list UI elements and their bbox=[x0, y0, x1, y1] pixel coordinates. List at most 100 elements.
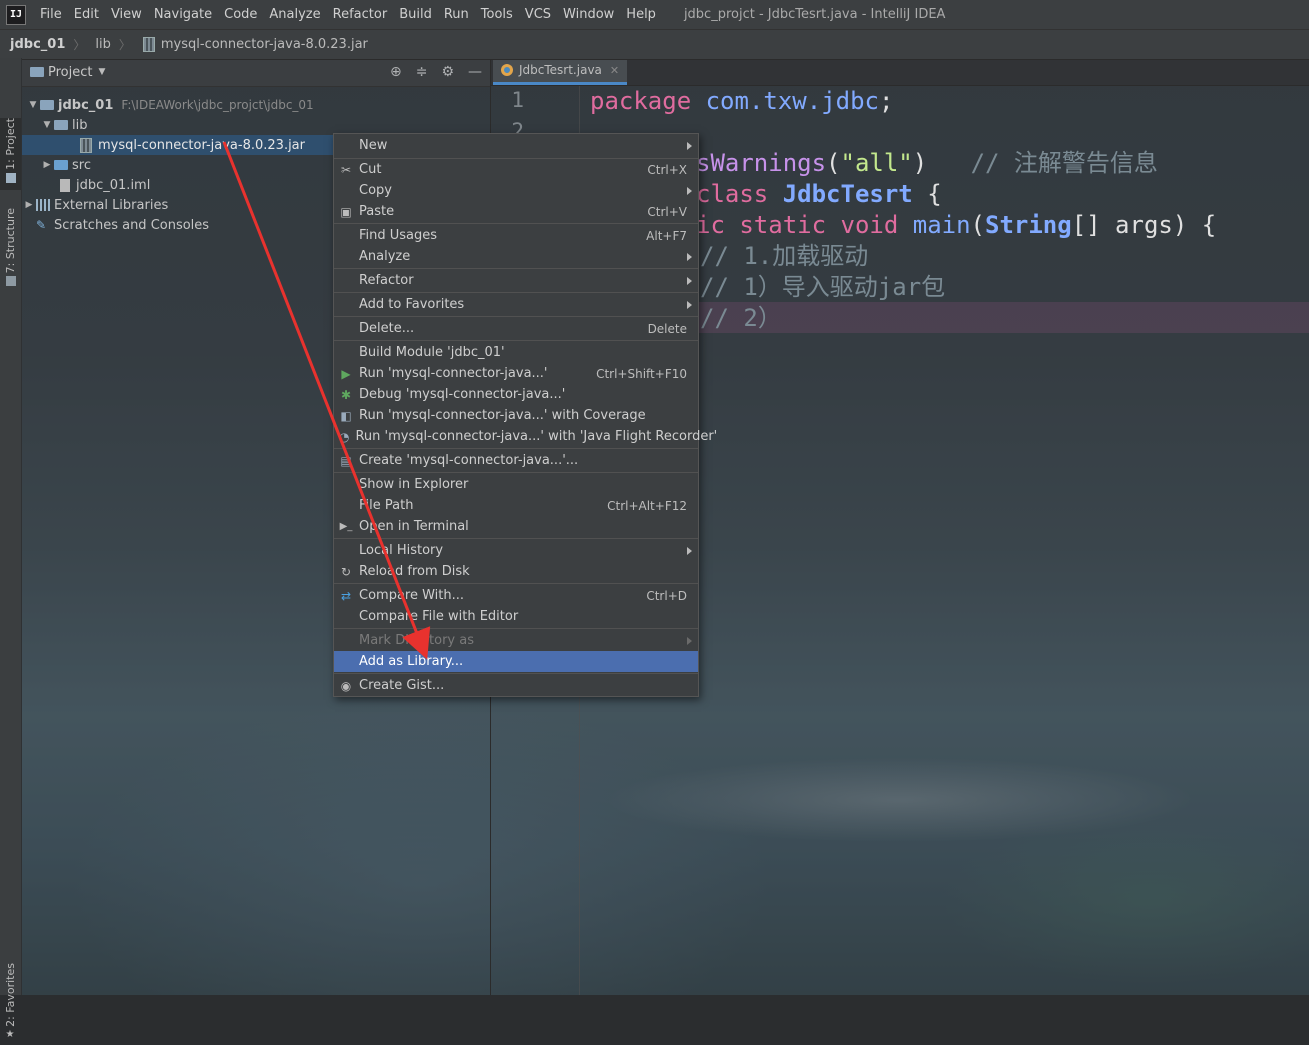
flight-recorder-icon: ◔ bbox=[339, 429, 350, 444]
gear-icon[interactable]: ⚙ bbox=[441, 64, 454, 80]
menu-item-add-as-library[interactable]: Add as Library... bbox=[334, 651, 698, 672]
menu-item-label: Run 'mysql-connector-java...' with Cover… bbox=[359, 408, 646, 423]
code-line-4: class JdbcTesrt { bbox=[696, 179, 942, 210]
github-icon: ◉ bbox=[340, 678, 352, 693]
menu-item-run-flight-recorder[interactable]: ◔ Run 'mysql-connector-java...' with 'Jav… bbox=[334, 426, 717, 447]
menu-item-label: Open in Terminal bbox=[359, 519, 469, 534]
submenu-arrow-icon bbox=[687, 186, 692, 195]
breadcrumb-project[interactable]: jdbc_01 bbox=[0, 37, 67, 52]
menu-item-reload-from-disk[interactable]: ↻ Reload from Disk bbox=[334, 561, 698, 582]
menu-window[interactable]: Window bbox=[557, 0, 620, 29]
submenu-arrow-icon bbox=[687, 300, 692, 309]
type-name: String bbox=[985, 211, 1072, 239]
menu-item-label: Add to Favorites bbox=[359, 297, 465, 312]
menu-item-open-in-terminal[interactable]: ▶_ Open in Terminal bbox=[334, 516, 698, 537]
source-folder-icon bbox=[54, 160, 68, 170]
close-icon[interactable]: ✕ bbox=[610, 64, 619, 77]
collapsed-arrow-icon: ▶ bbox=[25, 200, 33, 210]
menu-item-cut[interactable]: ✂ Cut Ctrl+X bbox=[334, 159, 698, 180]
breadcrumb-file[interactable]: mysql-connector-java-8.0.23.jar bbox=[131, 37, 370, 52]
tree-scratches-label: Scratches and Consoles bbox=[54, 217, 210, 233]
brace: { bbox=[912, 180, 942, 208]
breadcrumb-file-label: mysql-connector-java-8.0.23.jar bbox=[160, 37, 368, 52]
menu-edit[interactable]: Edit bbox=[68, 0, 105, 29]
menu-navigate[interactable]: Navigate bbox=[148, 0, 218, 29]
tree-item-external-libraries[interactable]: ▶ External Libraries bbox=[22, 195, 169, 215]
menu-item-show-in-explorer[interactable]: Show in Explorer bbox=[334, 474, 698, 495]
menu-item-new[interactable]: New bbox=[334, 135, 698, 156]
menu-item-copy[interactable]: Copy bbox=[334, 180, 698, 201]
menu-separator bbox=[334, 223, 698, 224]
menu-item-label: Paste bbox=[359, 204, 395, 219]
menu-run[interactable]: Run bbox=[438, 0, 475, 29]
window-title: jdbc_projct - JdbcTesrt.java - IntelliJ … bbox=[683, 7, 946, 22]
editor-tab-jdbctesrt[interactable]: JdbcTesrt.java ✕ bbox=[493, 58, 628, 85]
breadcrumb-separator-icon: 〉 bbox=[73, 38, 86, 52]
submenu-arrow-icon bbox=[687, 141, 692, 150]
menu-item-label: Run 'mysql-connector-java...' bbox=[359, 366, 548, 381]
menu-item-create-gist[interactable]: ◉ Create Gist... bbox=[334, 675, 698, 696]
menu-item-build-module[interactable]: Build Module 'jdbc_01' bbox=[334, 342, 698, 363]
star-icon: ★ bbox=[5, 1028, 15, 1040]
code-line-6: // 1.加载驱动 bbox=[700, 241, 868, 272]
reload-icon: ↻ bbox=[340, 564, 352, 579]
minimize-icon[interactable]: — bbox=[468, 64, 482, 80]
menu-item-label: Create Gist... bbox=[359, 678, 445, 693]
submenu-arrow-icon bbox=[687, 636, 692, 645]
method-name: main bbox=[912, 211, 971, 239]
tree-item-src[interactable]: ▶ src bbox=[40, 155, 91, 175]
menu-item-label: Compare With... bbox=[359, 588, 465, 603]
tree-item-lib[interactable]: ▼ lib bbox=[40, 115, 88, 135]
menu-file[interactable]: File bbox=[34, 0, 68, 29]
tree-item-root[interactable]: ▼ jdbc_01 F:\IDEAWork\jdbc_projct\jdbc_0… bbox=[26, 95, 314, 115]
menu-separator bbox=[334, 316, 698, 317]
menu-item-create-config[interactable]: ▤ Create 'mysql-connector-java...'... bbox=[334, 450, 698, 471]
paren: ) bbox=[912, 149, 928, 177]
menu-item-label: Show in Explorer bbox=[359, 477, 469, 492]
tool-tab-favorites[interactable]: 2: Favorites ★ bbox=[0, 963, 21, 1045]
menu-item-add-to-favorites[interactable]: Add to Favorites bbox=[334, 294, 698, 315]
breadcrumb-lib[interactable]: lib bbox=[85, 37, 112, 52]
paren: ( bbox=[826, 149, 841, 177]
menu-analyze[interactable]: Analyze bbox=[263, 0, 326, 29]
tool-tab-structure-label: 7: Structure bbox=[4, 208, 17, 274]
menu-item-compare-file-with-editor[interactable]: Compare File with Editor bbox=[334, 606, 698, 627]
module-folder-icon bbox=[40, 100, 54, 110]
menu-item-refactor[interactable]: Refactor bbox=[334, 270, 698, 291]
submenu-arrow-icon bbox=[687, 252, 692, 261]
menu-view[interactable]: View bbox=[105, 0, 148, 29]
menu-item-label: Find Usages bbox=[359, 228, 438, 243]
menu-item-debug[interactable]: ✱ Debug 'mysql-connector-java...' bbox=[334, 384, 698, 405]
menu-item-local-history[interactable]: Local History bbox=[334, 540, 698, 561]
menu-item-find-usages[interactable]: Find Usages Alt+F7 bbox=[334, 225, 698, 246]
expanded-arrow-icon: ▼ bbox=[43, 120, 51, 130]
tree-item-iml[interactable]: jdbc_01.iml bbox=[58, 175, 150, 195]
menu-item-file-path[interactable]: File Path Ctrl+Alt+F12 bbox=[334, 495, 698, 516]
folder-icon bbox=[5, 172, 16, 183]
tool-tab-project[interactable]: 1: Project bbox=[0, 118, 21, 190]
menu-item-paste[interactable]: ▣ Paste Ctrl+V bbox=[334, 201, 698, 222]
menu-help[interactable]: Help bbox=[620, 0, 662, 29]
locate-target-icon[interactable]: ⊕ bbox=[390, 64, 402, 80]
menu-build[interactable]: Build bbox=[393, 0, 438, 29]
create-config-icon: ▤ bbox=[340, 453, 352, 468]
tree-item-scratches[interactable]: ✎ Scratches and Consoles bbox=[22, 215, 209, 235]
menu-item-compare-with[interactable]: ⇄ Compare With... Ctrl+D bbox=[334, 585, 698, 606]
menu-separator bbox=[334, 583, 698, 584]
menu-item-label: Delete... bbox=[359, 321, 415, 336]
tool-tab-structure[interactable]: 7: Structure bbox=[0, 208, 21, 288]
menu-refactor[interactable]: Refactor bbox=[327, 0, 394, 29]
project-view-selector[interactable]: Project ▼ bbox=[30, 65, 105, 80]
menu-code[interactable]: Code bbox=[218, 0, 263, 29]
tree-lib-label: lib bbox=[72, 117, 88, 133]
clipboard-icon: ▣ bbox=[340, 204, 352, 219]
menu-item-delete[interactable]: Delete... Delete bbox=[334, 318, 698, 339]
menu-tools[interactable]: Tools bbox=[475, 0, 519, 29]
menu-item-run[interactable]: ▶ Run 'mysql-connector-java...' Ctrl+Shift… bbox=[334, 363, 698, 384]
menu-item-analyze[interactable]: Analyze bbox=[334, 246, 698, 267]
editor-tab-bar: JdbcTesrt.java ✕ bbox=[491, 58, 1309, 86]
menu-item-run-coverage[interactable]: ◧ Run 'mysql-connector-java...' with Cove… bbox=[334, 405, 698, 426]
menu-vcs[interactable]: VCS bbox=[519, 0, 557, 29]
collapse-all-icon[interactable]: ≑ bbox=[416, 64, 428, 80]
breadcrumb-separator-icon: 〉 bbox=[118, 38, 131, 52]
